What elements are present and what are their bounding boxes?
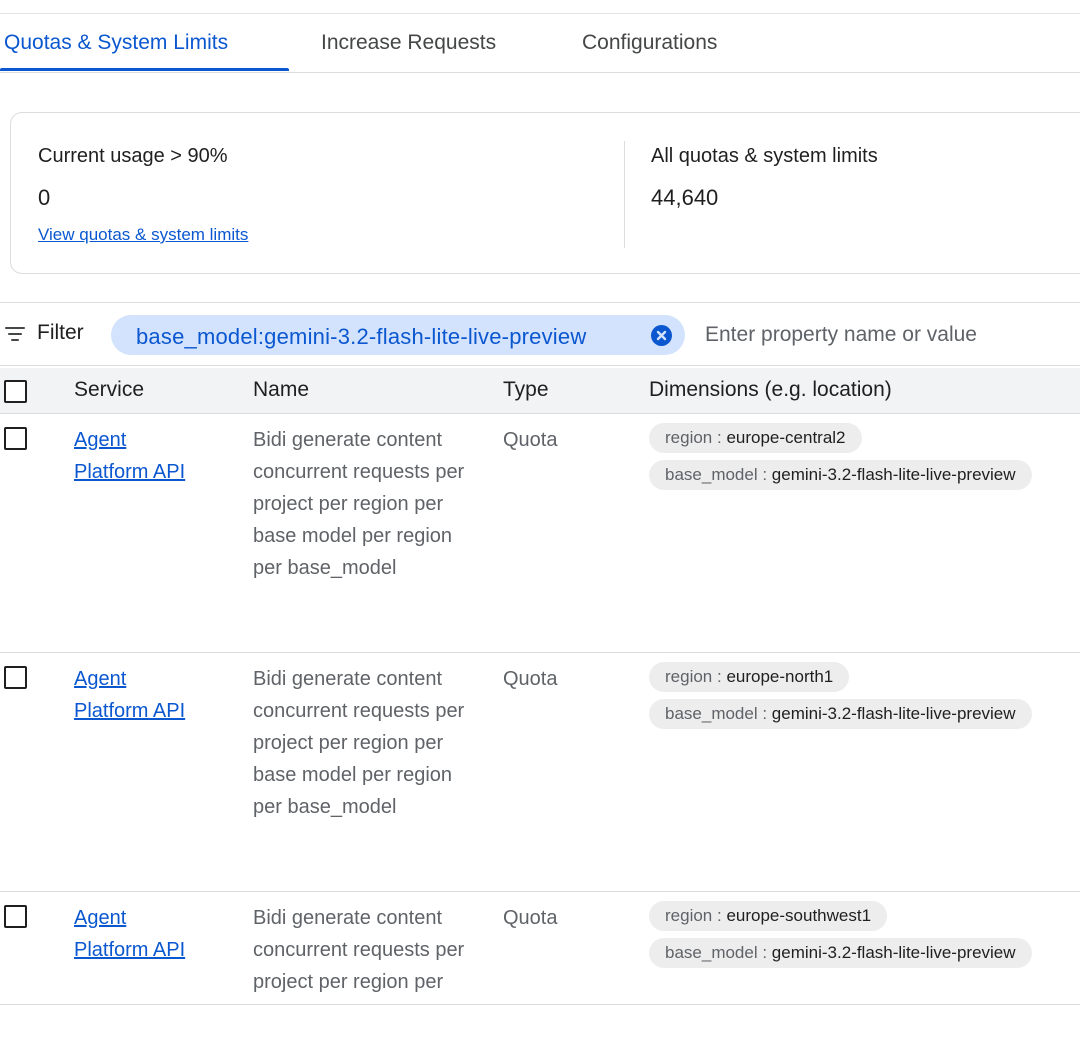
current-usage-title: Current usage > 90%	[38, 145, 228, 167]
select-all-checkbox[interactable]	[4, 380, 27, 403]
dimension-chip-region: region : europe-southwest1	[649, 901, 888, 931]
usage-summary-card: Current usage > 90% 0 View quotas & syst…	[10, 112, 1080, 274]
table-row: Agent Platform API Bidi generate content …	[0, 892, 1080, 1005]
all-quotas-title: All quotas & system limits	[651, 145, 878, 167]
quota-name: Bidi generate content concurrent request…	[253, 429, 465, 579]
row-checkbox[interactable]	[4, 427, 27, 450]
service-link[interactable]: Agent Platform API	[74, 663, 224, 727]
dimension-chip-base-model: base_model : gemini-3.2-flash-lite-live-…	[649, 938, 1032, 968]
filter-chip-label: base_model:gemini-3.2-flash-lite-live-pr…	[136, 324, 587, 349]
quota-type: Quota	[503, 668, 558, 690]
row-checkbox[interactable]	[4, 905, 27, 928]
tab-configurations[interactable]: Configurations	[582, 14, 717, 72]
dimension-chip-region: region : europe-central2	[649, 423, 862, 453]
quota-type: Quota	[503, 907, 558, 929]
column-header-dimensions[interactable]: Dimensions (e.g. location)	[649, 378, 892, 402]
tab-quotas-system-limits[interactable]: Quotas & System Limits	[4, 14, 228, 72]
quota-name: Bidi generate content concurrent request…	[253, 668, 465, 818]
tab-increase-requests[interactable]: Increase Requests	[321, 14, 496, 72]
service-link[interactable]: Agent Platform API	[74, 902, 224, 966]
filter-input[interactable]	[705, 320, 1065, 350]
column-header-service[interactable]: Service	[74, 378, 144, 402]
dimension-chip-base-model: base_model : gemini-3.2-flash-lite-live-…	[649, 460, 1032, 490]
filter-list-icon[interactable]	[5, 326, 25, 344]
view-quotas-link[interactable]: View quotas & system limits	[38, 225, 248, 245]
card-divider	[624, 141, 625, 248]
all-quotas-value: 44,640	[651, 185, 719, 210]
filter-bar: Filter base_model:gemini-3.2-flash-lite-…	[0, 302, 1080, 366]
active-tab-indicator	[0, 68, 289, 71]
dimension-chip-base-model: base_model : gemini-3.2-flash-lite-live-…	[649, 699, 1032, 729]
table-row: Agent Platform API Bidi generate content …	[0, 653, 1080, 892]
column-header-name[interactable]: Name	[253, 378, 309, 402]
row-checkbox[interactable]	[4, 666, 27, 689]
filter-chip[interactable]: base_model:gemini-3.2-flash-lite-live-pr…	[111, 315, 685, 355]
filter-label[interactable]: Filter	[37, 321, 84, 345]
cancel-circle-icon[interactable]	[651, 325, 672, 346]
quota-name: Bidi generate content concurrent request…	[253, 907, 465, 1004]
service-link[interactable]: Agent Platform API	[74, 424, 224, 488]
column-header-type[interactable]: Type	[503, 378, 549, 402]
tab-bar: Quotas & System Limits Increase Requests…	[0, 14, 1080, 73]
dimension-chip-region: region : europe-north1	[649, 662, 850, 692]
quota-type: Quota	[503, 429, 558, 451]
table-header: Service Name Type Dimensions (e.g. locat…	[0, 368, 1080, 414]
table-row: Agent Platform API Bidi generate content …	[0, 414, 1080, 653]
current-usage-value: 0	[38, 185, 51, 210]
